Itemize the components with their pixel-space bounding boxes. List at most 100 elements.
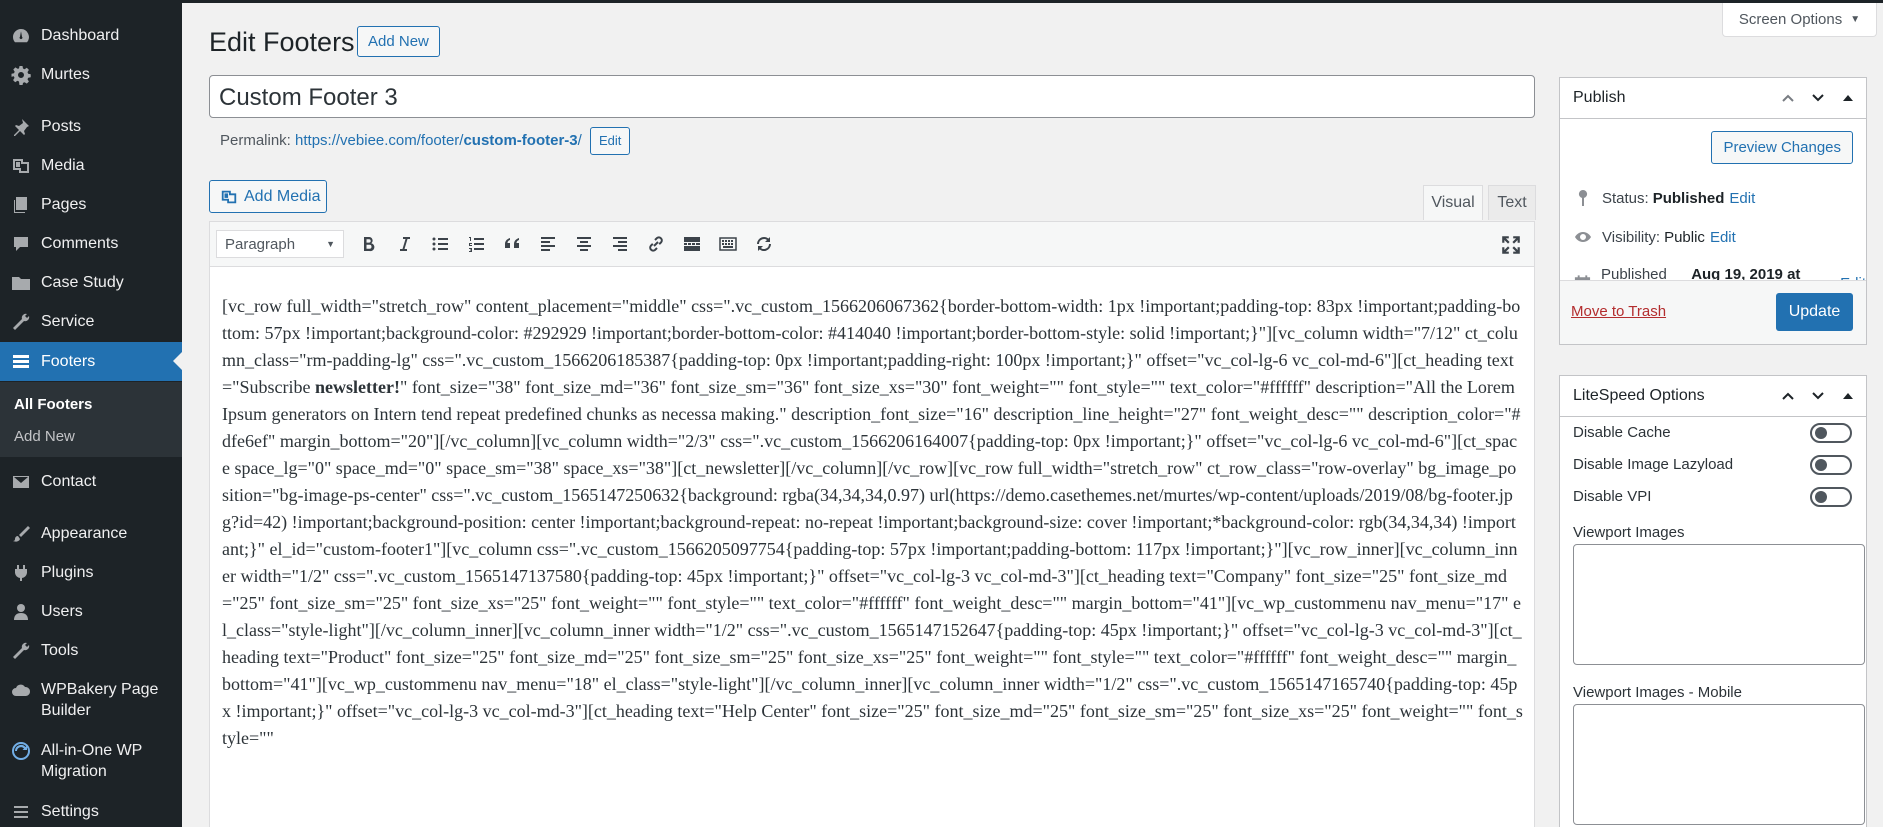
menu-label: Users <box>41 603 83 620</box>
align-center-button[interactable] <box>566 229 602 259</box>
toolbar-toggle-button[interactable] <box>710 229 746 259</box>
menu-label: WPBakery Page Builder <box>41 681 159 719</box>
numbered-list-icon <box>469 237 484 252</box>
italic-icon <box>400 237 410 251</box>
publish-status: Status: Published Edit <box>1573 188 1755 208</box>
chevron-up-icon[interactable] <box>1780 90 1796 106</box>
tab-text[interactable]: Text <box>1488 185 1536 220</box>
add-media-label: Add Media <box>244 187 321 205</box>
paintbrush-icon <box>0 523 40 544</box>
add-new-button[interactable]: Add New <box>357 26 440 57</box>
screen-options-button[interactable]: Screen Options ▼ <box>1722 3 1877 37</box>
permalink-label: Permalink: <box>220 132 291 149</box>
menu-label: Media <box>41 157 85 174</box>
vc-refresh-button[interactable] <box>746 229 782 259</box>
menu-label: Murtes <box>41 66 90 83</box>
menu-service[interactable]: Service <box>0 311 182 332</box>
align-left-icon <box>541 237 555 251</box>
read-more-button[interactable] <box>674 229 710 259</box>
format-select-value: Paragraph <box>225 235 296 253</box>
disable-vpi-label: Disable VPI <box>1573 488 1652 505</box>
disable-cache-toggle[interactable] <box>1810 423 1852 443</box>
insert-link-button[interactable] <box>638 229 674 259</box>
menu-murtes[interactable]: Murtes <box>0 64 182 85</box>
permalink-base: https://vebiee.com/footer/ <box>295 132 464 149</box>
preview-changes-button[interactable]: Preview Changes <box>1711 131 1853 164</box>
menu-dashboard[interactable]: Dashboard <box>0 25 182 46</box>
collapse-icon[interactable] <box>1840 388 1856 404</box>
content-text: " font_size="38" font_size_md="36" font_… <box>222 377 1523 748</box>
footers-submenu: All Footers Add New <box>0 382 182 457</box>
visibility-edit-link[interactable]: Edit <box>1710 229 1736 246</box>
link-icon <box>649 236 663 252</box>
submenu-all-footers[interactable]: All Footers <box>14 396 92 413</box>
menu-label: Service <box>41 313 95 330</box>
settings-icon <box>0 801 40 822</box>
move-to-trash-link[interactable]: Move to Trash <box>1571 303 1666 320</box>
menu-plugins[interactable]: Plugins <box>0 562 182 583</box>
content-editor[interactable]: Paragraph ▼ [vc_row full_width="stretch_… <box>209 221 1535 827</box>
chevron-down-icon[interactable] <box>1810 388 1826 404</box>
menu-media[interactable]: Media <box>0 155 182 176</box>
add-media-button[interactable]: Add Media <box>209 180 327 213</box>
litespeed-box-header: LiteSpeed Options <box>1560 376 1866 417</box>
disable-lazyload-label: Disable Image Lazyload <box>1573 456 1734 473</box>
disable-vpi-toggle[interactable] <box>1810 487 1852 507</box>
visibility-value: Public <box>1664 228 1705 246</box>
wrench-icon <box>0 640 40 661</box>
permalink-edit-button[interactable]: Edit <box>590 127 631 155</box>
status-value: Published <box>1652 189 1725 207</box>
screen-options-label: Screen Options <box>1738 11 1843 28</box>
menu-appearance[interactable]: Appearance <box>0 523 182 544</box>
align-left-button[interactable] <box>530 229 566 259</box>
submenu-add-new[interactable]: Add New <box>14 428 75 445</box>
publish-actions: Move to Trash Update <box>1560 280 1866 344</box>
envelope-icon <box>0 471 40 492</box>
tab-visual[interactable]: Visual <box>1423 185 1483 220</box>
permalink-link[interactable]: https://vebiee.com/footer/custom-footer-… <box>295 132 582 149</box>
publish-visibility: Visibility: Public Edit <box>1573 227 1736 247</box>
status-edit-link[interactable]: Edit <box>1729 190 1755 207</box>
collapse-icon[interactable] <box>1840 90 1856 106</box>
menu-label: Tools <box>41 642 79 659</box>
menu-aio-migration[interactable]: All-in-One WP Migration <box>0 740 182 782</box>
chevron-up-icon[interactable] <box>1780 388 1796 404</box>
italic-button[interactable] <box>386 229 422 259</box>
quote-icon <box>505 238 519 248</box>
fullscreen-icon <box>1502 236 1520 254</box>
menu-tools[interactable]: Tools <box>0 640 182 661</box>
numbered-list-button[interactable] <box>458 229 494 259</box>
update-button[interactable]: Update <box>1776 293 1853 331</box>
align-right-button[interactable] <box>602 229 638 259</box>
cloud-icon <box>0 679 40 700</box>
menu-wpbakery[interactable]: WPBakery Page Builder <box>0 679 182 721</box>
permalink-end: / <box>577 132 582 149</box>
chevron-down-icon[interactable] <box>1810 90 1826 106</box>
fullscreen-button[interactable] <box>1500 234 1522 256</box>
menu-posts[interactable]: Posts <box>0 116 182 137</box>
keyboard-icon <box>719 237 737 251</box>
disable-lazyload-toggle[interactable] <box>1810 455 1852 475</box>
menu-label: Plugins <box>41 564 94 581</box>
editor-content[interactable]: [vc_row full_width="stretch_row" content… <box>210 267 1534 752</box>
menu-contact[interactable]: Contact <box>0 471 182 492</box>
bold-button[interactable] <box>350 229 386 259</box>
menu-users[interactable]: Users <box>0 601 182 622</box>
bullet-list-icon <box>432 237 448 251</box>
menu-case-study[interactable]: Case Study <box>0 272 182 293</box>
disable-cache-label: Disable Cache <box>1573 424 1671 441</box>
wrench-icon <box>0 311 40 332</box>
menu-comments[interactable]: Comments <box>0 233 182 254</box>
viewport-images-mobile-textarea[interactable] <box>1573 704 1865 825</box>
format-select[interactable]: Paragraph ▼ <box>216 230 344 258</box>
litespeed-box-title: LiteSpeed Options <box>1573 387 1705 404</box>
post-title-input[interactable]: Custom Footer 3 <box>209 75 1535 118</box>
blockquote-button[interactable] <box>494 229 530 259</box>
viewport-images-textarea[interactable] <box>1573 544 1865 665</box>
editor-toolbar: Paragraph ▼ <box>210 222 1534 267</box>
menu-label: Posts <box>41 118 82 135</box>
bullet-list-button[interactable] <box>422 229 458 259</box>
menu-pages[interactable]: Pages <box>0 194 182 215</box>
menu-settings[interactable]: Settings <box>0 801 182 822</box>
menu-footers[interactable]: Footers <box>0 342 182 381</box>
